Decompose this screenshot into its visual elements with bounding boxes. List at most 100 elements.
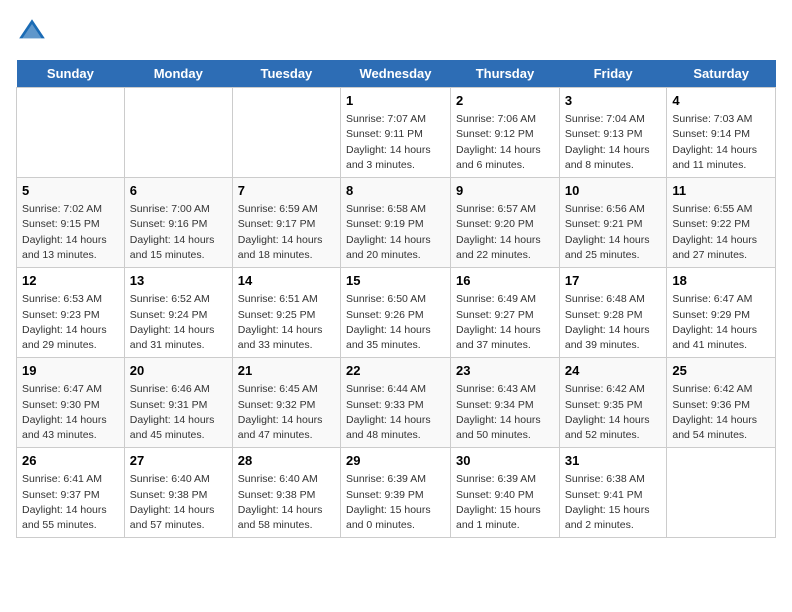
calendar-cell: 20 Sunrise: 6:46 AM Sunset: 9:31 PM Dayli… <box>124 358 232 448</box>
date-number: 6 <box>130 182 227 200</box>
cell-content: Sunrise: 6:48 AM Sunset: 9:28 PM Dayligh… <box>565 292 662 353</box>
date-number: 7 <box>238 182 335 200</box>
calendar-cell <box>124 88 232 178</box>
date-number: 24 <box>565 362 662 380</box>
calendar-cell: 25Sunrise: 6:42 AM Sunset: 9:36 PM Dayli… <box>667 358 776 448</box>
date-number: 8 <box>346 182 445 200</box>
cell-content: Sunrise: 6:42 AM Sunset: 9:35 PM Dayligh… <box>565 382 662 443</box>
week-row-4: 19 Sunrise: 6:47 AM Sunset: 9:30 PM Dayli… <box>17 358 776 448</box>
date-number: 2 <box>456 92 554 110</box>
date-number: 28 <box>238 452 335 470</box>
date-number: 13 <box>130 272 227 290</box>
calendar-cell: 1Sunrise: 7:07 AM Sunset: 9:11 PM Daylig… <box>341 88 451 178</box>
cell-content: Sunrise: 6:58 AM Sunset: 9:19 PM Dayligh… <box>346 202 445 263</box>
cell-content: Sunrise: 6:46 AM Sunset: 9:31 PM Dayligh… <box>130 382 227 443</box>
week-row-2: 5 Sunrise: 7:02 AM Sunset: 9:15 PM Daylig… <box>17 178 776 268</box>
calendar-cell: 16Sunrise: 6:49 AM Sunset: 9:27 PM Dayli… <box>451 268 560 358</box>
calendar-cell: 8 Sunrise: 6:58 AM Sunset: 9:19 PM Daylig… <box>341 178 451 268</box>
calendar-cell: 3 Sunrise: 7:04 AM Sunset: 9:13 PM Daylig… <box>559 88 667 178</box>
date-number: 20 <box>130 362 227 380</box>
cell-content: Sunrise: 6:40 AM Sunset: 9:38 PM Dayligh… <box>130 472 227 533</box>
cell-content: Sunrise: 6:41 AM Sunset: 9:37 PM Dayligh… <box>22 472 119 533</box>
date-number: 9 <box>456 182 554 200</box>
calendar-cell: 4 Sunrise: 7:03 AM Sunset: 9:14 PM Daylig… <box>667 88 776 178</box>
calendar-cell: 11 Sunrise: 6:55 AM Sunset: 9:22 PM Dayli… <box>667 178 776 268</box>
date-number: 18 <box>672 272 770 290</box>
cell-content: Sunrise: 6:42 AM Sunset: 9:36 PM Dayligh… <box>672 382 770 443</box>
cell-content: Sunrise: 6:56 AM Sunset: 9:21 PM Dayligh… <box>565 202 662 263</box>
cell-content: Sunrise: 6:40 AM Sunset: 9:38 PM Dayligh… <box>238 472 335 533</box>
calendar-cell <box>667 448 776 538</box>
cell-content: Sunrise: 7:07 AM Sunset: 9:11 PM Dayligh… <box>346 112 445 173</box>
date-number: 31 <box>565 452 662 470</box>
date-number: 12 <box>22 272 119 290</box>
date-number: 3 <box>565 92 662 110</box>
date-number: 29 <box>346 452 445 470</box>
week-row-5: 26 Sunrise: 6:41 AM Sunset: 9:37 PM Dayli… <box>17 448 776 538</box>
date-number: 5 <box>22 182 119 200</box>
day-header-wednesday: Wednesday <box>341 60 451 88</box>
cell-content: Sunrise: 7:02 AM Sunset: 9:15 PM Dayligh… <box>22 202 119 263</box>
calendar-cell: 13 Sunrise: 6:52 AM Sunset: 9:24 PM Dayli… <box>124 268 232 358</box>
date-number: 16 <box>456 272 554 290</box>
calendar-cell: 24 Sunrise: 6:42 AM Sunset: 9:35 PM Dayli… <box>559 358 667 448</box>
week-row-3: 12 Sunrise: 6:53 AM Sunset: 9:23 PM Dayli… <box>17 268 776 358</box>
cell-content: Sunrise: 6:39 AM Sunset: 9:39 PM Dayligh… <box>346 472 445 533</box>
date-number: 19 <box>22 362 119 380</box>
day-header-tuesday: Tuesday <box>232 60 340 88</box>
date-number: 26 <box>22 452 119 470</box>
calendar-cell: 27 Sunrise: 6:40 AM Sunset: 9:38 PM Dayli… <box>124 448 232 538</box>
calendar-cell: 19 Sunrise: 6:47 AM Sunset: 9:30 PM Dayli… <box>17 358 125 448</box>
cell-content: Sunrise: 6:53 AM Sunset: 9:23 PM Dayligh… <box>22 292 119 353</box>
cell-content: Sunrise: 7:06 AM Sunset: 9:12 PM Dayligh… <box>456 112 554 173</box>
date-number: 4 <box>672 92 770 110</box>
calendar-cell: 29 Sunrise: 6:39 AM Sunset: 9:39 PM Dayli… <box>341 448 451 538</box>
cell-content: Sunrise: 6:39 AM Sunset: 9:40 PM Dayligh… <box>456 472 554 533</box>
calendar-cell: 22 Sunrise: 6:44 AM Sunset: 9:33 PM Dayli… <box>341 358 451 448</box>
cell-content: Sunrise: 6:45 AM Sunset: 9:32 PM Dayligh… <box>238 382 335 443</box>
calendar-cell: 26 Sunrise: 6:41 AM Sunset: 9:37 PM Dayli… <box>17 448 125 538</box>
day-header-friday: Friday <box>559 60 667 88</box>
cell-content: Sunrise: 7:04 AM Sunset: 9:13 PM Dayligh… <box>565 112 662 173</box>
week-row-1: 1Sunrise: 7:07 AM Sunset: 9:11 PM Daylig… <box>17 88 776 178</box>
calendar-cell: 17 Sunrise: 6:48 AM Sunset: 9:28 PM Dayli… <box>559 268 667 358</box>
date-number: 22 <box>346 362 445 380</box>
calendar-cell: 10 Sunrise: 6:56 AM Sunset: 9:21 PM Dayli… <box>559 178 667 268</box>
calendar-cell: 21 Sunrise: 6:45 AM Sunset: 9:32 PM Dayli… <box>232 358 340 448</box>
date-number: 30 <box>456 452 554 470</box>
cell-content: Sunrise: 6:57 AM Sunset: 9:20 PM Dayligh… <box>456 202 554 263</box>
cell-content: Sunrise: 6:55 AM Sunset: 9:22 PM Dayligh… <box>672 202 770 263</box>
cell-content: Sunrise: 6:47 AM Sunset: 9:30 PM Dayligh… <box>22 382 119 443</box>
calendar-cell: 15 Sunrise: 6:50 AM Sunset: 9:26 PM Dayli… <box>341 268 451 358</box>
cell-content: Sunrise: 6:47 AM Sunset: 9:29 PM Dayligh… <box>672 292 770 353</box>
day-header-saturday: Saturday <box>667 60 776 88</box>
calendar-cell: 14Sunrise: 6:51 AM Sunset: 9:25 PM Dayli… <box>232 268 340 358</box>
date-number: 10 <box>565 182 662 200</box>
cell-content: Sunrise: 6:59 AM Sunset: 9:17 PM Dayligh… <box>238 202 335 263</box>
cell-content: Sunrise: 6:52 AM Sunset: 9:24 PM Dayligh… <box>130 292 227 353</box>
page-header <box>16 16 776 48</box>
date-number: 23 <box>456 362 554 380</box>
calendar-cell: 12 Sunrise: 6:53 AM Sunset: 9:23 PM Dayli… <box>17 268 125 358</box>
date-number: 21 <box>238 362 335 380</box>
calendar-cell: 7 Sunrise: 6:59 AM Sunset: 9:17 PM Daylig… <box>232 178 340 268</box>
cell-content: Sunrise: 6:50 AM Sunset: 9:26 PM Dayligh… <box>346 292 445 353</box>
cell-content: Sunrise: 6:44 AM Sunset: 9:33 PM Dayligh… <box>346 382 445 443</box>
date-number: 17 <box>565 272 662 290</box>
cell-content: Sunrise: 7:03 AM Sunset: 9:14 PM Dayligh… <box>672 112 770 173</box>
calendar-cell <box>232 88 340 178</box>
date-number: 14 <box>238 272 335 290</box>
calendar-cell: 30 Sunrise: 6:39 AM Sunset: 9:40 PM Dayli… <box>451 448 560 538</box>
day-header-sunday: Sunday <box>17 60 125 88</box>
calendar-cell: 2 Sunrise: 7:06 AM Sunset: 9:12 PM Daylig… <box>451 88 560 178</box>
date-number: 11 <box>672 182 770 200</box>
calendar-cell: 9 Sunrise: 6:57 AM Sunset: 9:20 PM Daylig… <box>451 178 560 268</box>
date-number: 27 <box>130 452 227 470</box>
day-header-thursday: Thursday <box>451 60 560 88</box>
cell-content: Sunrise: 6:43 AM Sunset: 9:34 PM Dayligh… <box>456 382 554 443</box>
date-number: 15 <box>346 272 445 290</box>
day-header-monday: Monday <box>124 60 232 88</box>
logo-icon <box>16 16 48 48</box>
cell-content: Sunrise: 6:38 AM Sunset: 9:41 PM Dayligh… <box>565 472 662 533</box>
logo <box>16 16 52 48</box>
